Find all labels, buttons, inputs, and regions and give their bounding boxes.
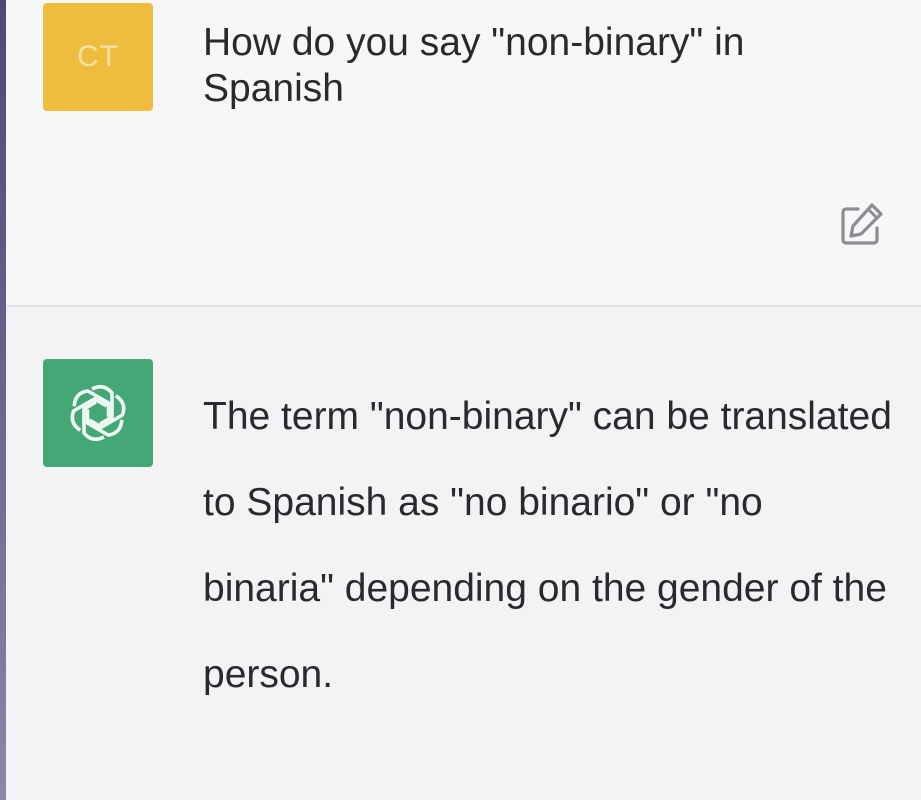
user-message: How do you say "non-binary" in Spanish (203, 21, 745, 110)
user-avatar: CT (43, 3, 153, 111)
assistant-avatar (43, 359, 153, 467)
assistant-message: The term "non-binary" can be translated … (203, 395, 892, 696)
edit-icon (841, 203, 883, 245)
edit-message-button[interactable] (836, 200, 886, 250)
chat-window: CT How do you say "non-binary" in Spanis… (0, 0, 921, 800)
openai-logo-icon (70, 384, 126, 442)
user-avatar-initials: CT (77, 40, 119, 73)
